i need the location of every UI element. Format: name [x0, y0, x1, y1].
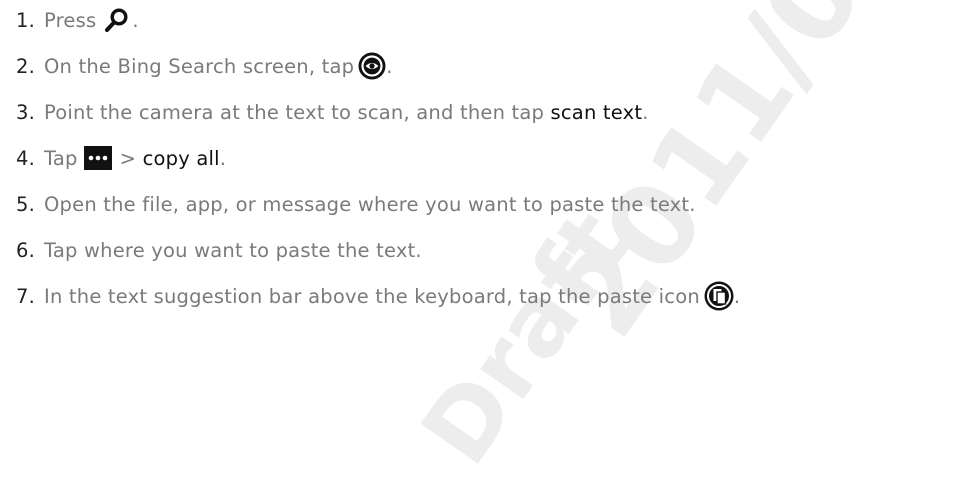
step-5: 5. Open the file, app, or message where …: [16, 186, 696, 222]
step-text-end: .: [386, 54, 393, 78]
step-7: 7. In the text suggestion bar above the …: [16, 278, 740, 314]
step-text: Open the file, app, or message where you…: [44, 192, 696, 216]
step-6: 6. Tap where you want to paste the text.: [16, 232, 422, 268]
step-number: 4.: [16, 146, 36, 170]
step-2: 2. On the Bing Search screen, tap .: [16, 48, 393, 84]
menu-path-separator: >: [119, 146, 143, 170]
step-number: 5.: [16, 192, 36, 216]
step-text-end: .: [642, 100, 649, 124]
step-text: Tap: [44, 146, 78, 170]
step-1: 1. Press .: [16, 2, 139, 38]
step-4: 4. Tap > copy all .: [16, 140, 226, 176]
step-text: In the text suggestion bar above the key…: [44, 284, 700, 308]
watermark-draft-text: Draft: [400, 191, 653, 484]
scan-text-label: scan text: [550, 100, 643, 124]
step-text: Point the camera at the text to scan, an…: [44, 100, 545, 124]
step-text: On the Bing Search screen, tap: [44, 54, 355, 78]
step-text-end: .: [132, 8, 139, 32]
step-number: 1.: [16, 8, 36, 32]
step-number: 3.: [16, 100, 36, 124]
step-number: 7.: [16, 284, 36, 308]
step-text: Tap where you want to paste the text.: [44, 238, 422, 262]
paste-icon: [704, 281, 734, 311]
copy-all-label: copy all: [142, 146, 220, 170]
vision-search-icon: [358, 52, 386, 80]
step-text-end: .: [733, 284, 741, 308]
step-3: 3. Point the camera at the text to scan,…: [16, 94, 649, 130]
step-text-end: .: [219, 146, 227, 170]
more-options-icon: [83, 146, 112, 170]
step-number: 2.: [16, 54, 36, 78]
step-number: 6.: [16, 238, 36, 262]
search-icon: [105, 8, 128, 32]
step-text: Press: [44, 8, 97, 32]
